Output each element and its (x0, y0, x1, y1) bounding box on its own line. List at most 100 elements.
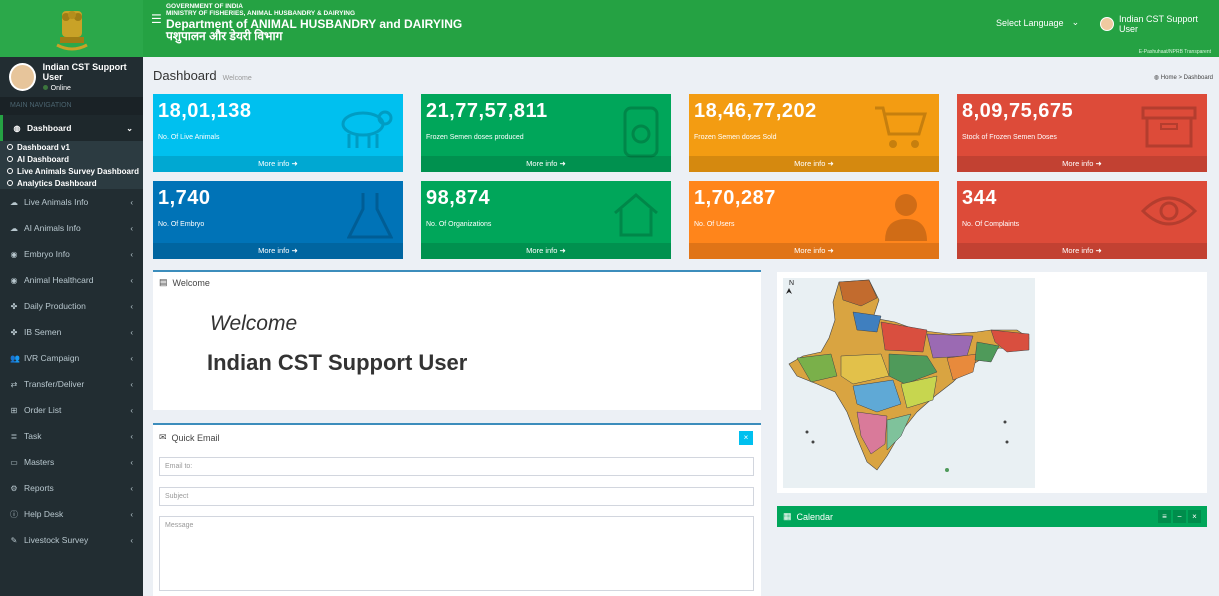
menu-toggle-icon[interactable]: ☰ (151, 12, 162, 26)
page-subtitle: Welcome (222, 75, 252, 82)
sidebar-item-label: Help Desk (24, 509, 64, 519)
sidebar-item-label: Order List (24, 405, 62, 415)
stat-box-organizations: 98,874 No. Of Organizations More info ➜ (421, 181, 671, 259)
more-info-link[interactable]: More info ➜ (153, 156, 403, 172)
language-select[interactable]: Select Language ⌄ (996, 17, 1079, 28)
stat-box-embryo: 1,740 No. Of Embryo More info ➜ (153, 181, 403, 259)
more-info-label: More info (526, 159, 558, 168)
india-map-panel: N (777, 272, 1207, 493)
pencil-icon: ✎ (10, 535, 18, 545)
user-menu-name: Indian CST Support User (1118, 14, 1198, 34)
sub-item-dashboard-v1[interactable]: Dashboard v1 (0, 141, 143, 153)
chevron-left-icon: ‹ (130, 483, 133, 493)
sheep-icon (341, 110, 393, 148)
sidebar-item-ivr-campaign[interactable]: 👥 IVR Campaign ‹ (0, 345, 143, 371)
circle-icon (7, 168, 13, 174)
email-to-field[interactable]: Email to: (159, 457, 754, 476)
chevron-down-icon: ⌄ (126, 123, 133, 133)
chevron-left-icon: ‹ (130, 223, 133, 233)
sub-item-ai-dashboard[interactable]: AI Dashboard (0, 153, 143, 165)
logo[interactable] (0, 0, 143, 57)
minimize-icon[interactable]: − (1173, 510, 1186, 523)
panel-title: Quick Email (171, 432, 220, 443)
sidebar-item-help-desk[interactable]: ⓘ Help Desk ‹ (0, 501, 143, 527)
north-label: N (789, 280, 794, 287)
breadcrumb: ◍ Home > Dashboard (1153, 75, 1213, 81)
sidebar-item-ai-animals-info[interactable]: ☁ AI Animals Info ‹ (0, 215, 143, 241)
user-icon (885, 194, 927, 241)
more-info-link[interactable]: More info ➜ (957, 243, 1207, 259)
more-info-link[interactable]: More info ➜ (153, 243, 403, 259)
more-info-link[interactable]: More info ➜ (957, 156, 1207, 172)
sidebar-item-reports[interactable]: ⚙ Reports ‹ (0, 475, 143, 501)
quick-email-panel: ✉ Quick Email × Email to: Subject Messag… (153, 423, 761, 596)
stat-value: 1,70,287 (694, 187, 776, 209)
online-status-text: Online (50, 85, 71, 92)
sub-item-label: AI Dashboard (17, 154, 70, 164)
sidebar-item-daily-production[interactable]: ✤ Daily Production ‹ (0, 293, 143, 319)
circle-icon (7, 156, 13, 162)
stat-label: Stock of Frozen Semen Doses (962, 134, 1057, 141)
sidebar-item-task[interactable]: ≣ Task ‹ (0, 423, 143, 449)
more-info-link[interactable]: More info ➜ (421, 156, 671, 172)
stat-label: No. Of Embryo (158, 221, 205, 228)
menu-icon[interactable]: ≡ (1158, 510, 1171, 523)
calendar-icon: ▦ (783, 511, 792, 521)
sidebar-item-dashboard[interactable]: ◍ Dashboard ⌄ (0, 115, 143, 141)
sidebar-item-label: Reports (24, 483, 54, 493)
eye-icon (1141, 196, 1197, 226)
cloud-icon: ☁ (10, 223, 18, 233)
dot-circle-icon: ◉ (10, 275, 18, 285)
sub-item-live-animals-survey-dashboard[interactable]: Live Animals Survey Dashboard (0, 165, 143, 177)
content-header: Dashboard Welcome ◍ Home > Dashboard (153, 68, 1213, 86)
more-info-link[interactable]: More info ➜ (689, 156, 939, 172)
sidebar-item-label: IB Semen (24, 327, 62, 337)
online-status: Online (42, 85, 143, 92)
sub-item-analytics-dashboard[interactable]: Analytics Dashboard (0, 177, 143, 189)
home-icon (614, 193, 658, 237)
sidebar-item-animal-healthcard[interactable]: ◉ Animal Healthcard ‹ (0, 267, 143, 293)
subject-field[interactable]: Subject (159, 487, 754, 506)
tagline: E-Pashuhaat/NPRB Transparent (1138, 49, 1211, 55)
monitor-icon: ▭ (10, 457, 18, 467)
more-info-link[interactable]: More info ➜ (421, 243, 671, 259)
chevron-left-icon: ‹ (130, 405, 133, 415)
stat-box-users: 1,70,287 No. Of Users More info ➜ (689, 181, 939, 259)
sidebar-item-livestock-survey[interactable]: ✎ Livestock Survey ‹ (0, 527, 143, 553)
user-menu[interactable]: Indian CST Support User (1100, 14, 1219, 34)
message-field[interactable]: Message (159, 516, 754, 591)
chevron-left-icon: ‹ (130, 353, 133, 363)
stat-label: Frozen Semen doses produced (426, 134, 524, 141)
more-info-link[interactable]: More info ➜ (689, 243, 939, 259)
stat-value: 8,09,75,675 (962, 100, 1074, 122)
sidebar-item-label: Animal Healthcard (24, 275, 94, 285)
dot-circle-icon: ◉ (10, 249, 18, 259)
cloud-icon: ☁ (10, 197, 18, 207)
chevron-left-icon: ‹ (130, 379, 133, 389)
sidebar-item-live-animals-info[interactable]: ☁ Live Animals Info ‹ (0, 189, 143, 215)
list-icon: ≣ (10, 431, 18, 441)
sidebar-item-order-list[interactable]: ⊞ Order List ‹ (0, 397, 143, 423)
sub-item-label: Live Animals Survey Dashboard (17, 166, 139, 176)
sidebar: Indian CST Support User Online MAIN NAVI… (0, 57, 143, 596)
info-icon: ⓘ (10, 509, 18, 519)
close-icon[interactable]: × (1188, 510, 1201, 523)
close-button[interactable]: × (739, 431, 753, 445)
sidebar-item-masters[interactable]: ▭ Masters ‹ (0, 449, 143, 475)
welcome-text: Welcome (210, 312, 298, 335)
breadcrumb-home[interactable]: Home (1161, 75, 1177, 81)
india-map[interactable]: N (777, 272, 1207, 493)
sub-item-label: Analytics Dashboard (17, 178, 97, 188)
puzzle-icon: ✤ (10, 327, 18, 337)
stat-box-semen-produced: 21,77,57,811 Frozen Semen doses produced… (421, 94, 671, 172)
sidebar-item-embryo-info[interactable]: ◉ Embryo Info ‹ (0, 241, 143, 267)
top-navbar: ☰ GOVERNMENT OF INDIA MINISTRY OF FISHER… (143, 0, 1219, 57)
dashboard-submenu: Dashboard v1 AI Dashboard Live Animals S… (0, 141, 143, 189)
panel-header: ▤ Welcome (153, 272, 761, 293)
circle-icon (7, 180, 13, 186)
panel-title: Calendar (796, 511, 834, 522)
sidebar-item-transfer-deliver[interactable]: ⇄ Transfer/Deliver ‹ (0, 371, 143, 397)
chevron-left-icon: ‹ (130, 535, 133, 545)
stat-box-semen-sold: 18,46,77,202 Frozen Semen doses Sold Mor… (689, 94, 939, 172)
sidebar-item-ib-semen[interactable]: ✤ IB Semen ‹ (0, 319, 143, 345)
